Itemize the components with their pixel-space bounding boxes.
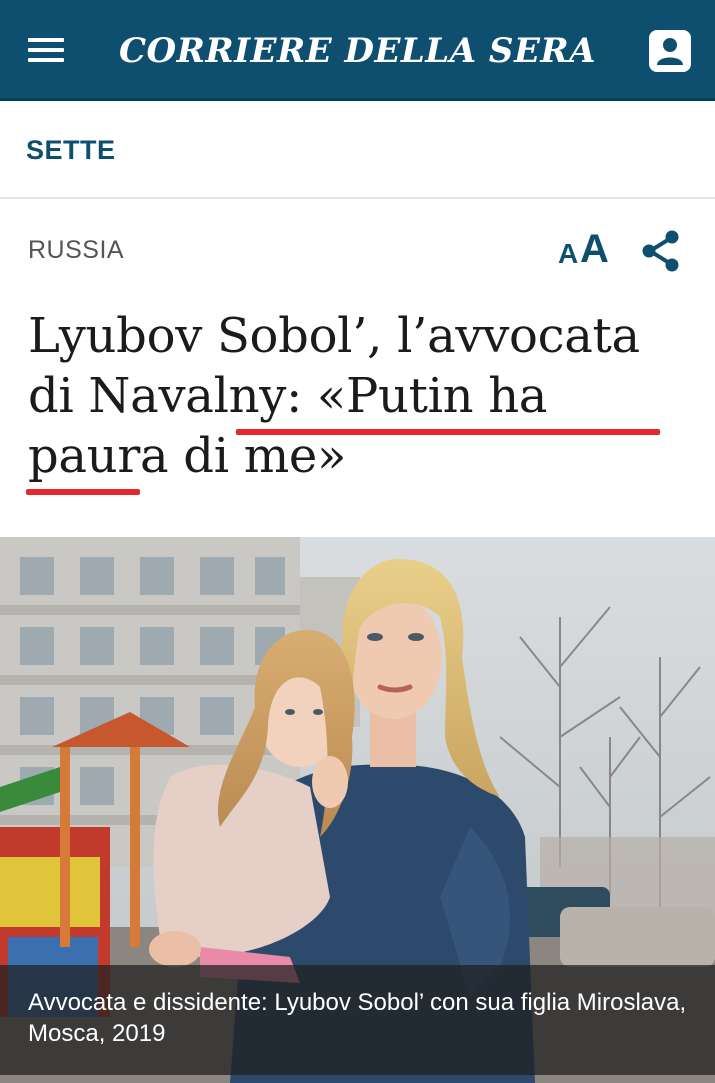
photo-caption: Avvocata e dissidente: Lyubov Sobol’ con… [0,965,715,1075]
font-size-toggle-button[interactable]: A A [556,227,618,274]
share-icon[interactable] [638,228,684,274]
top-navigation-bar: CORRIERE DELLA SERA [0,0,715,101]
font-size-small-icon: A [558,238,579,269]
article-category[interactable]: RUSSIA [28,236,124,265]
section-link-sette[interactable]: SETTE [26,135,116,166]
brand-logo[interactable]: CORRIERE DELLA SERA [0,28,715,74]
section-bar: SETTE [0,101,715,199]
article-headline: Lyubov Sobol’, l’avvocata di Navalny: «P… [28,306,688,486]
article-photo[interactable]: Avvocata e dissidente: Lyubov Sobol’ con… [0,537,715,1083]
highlight-underline-2 [26,489,140,495]
highlight-underline-1 [236,429,660,435]
user-account-icon[interactable] [649,30,691,72]
font-size-large-icon: A [580,227,609,271]
